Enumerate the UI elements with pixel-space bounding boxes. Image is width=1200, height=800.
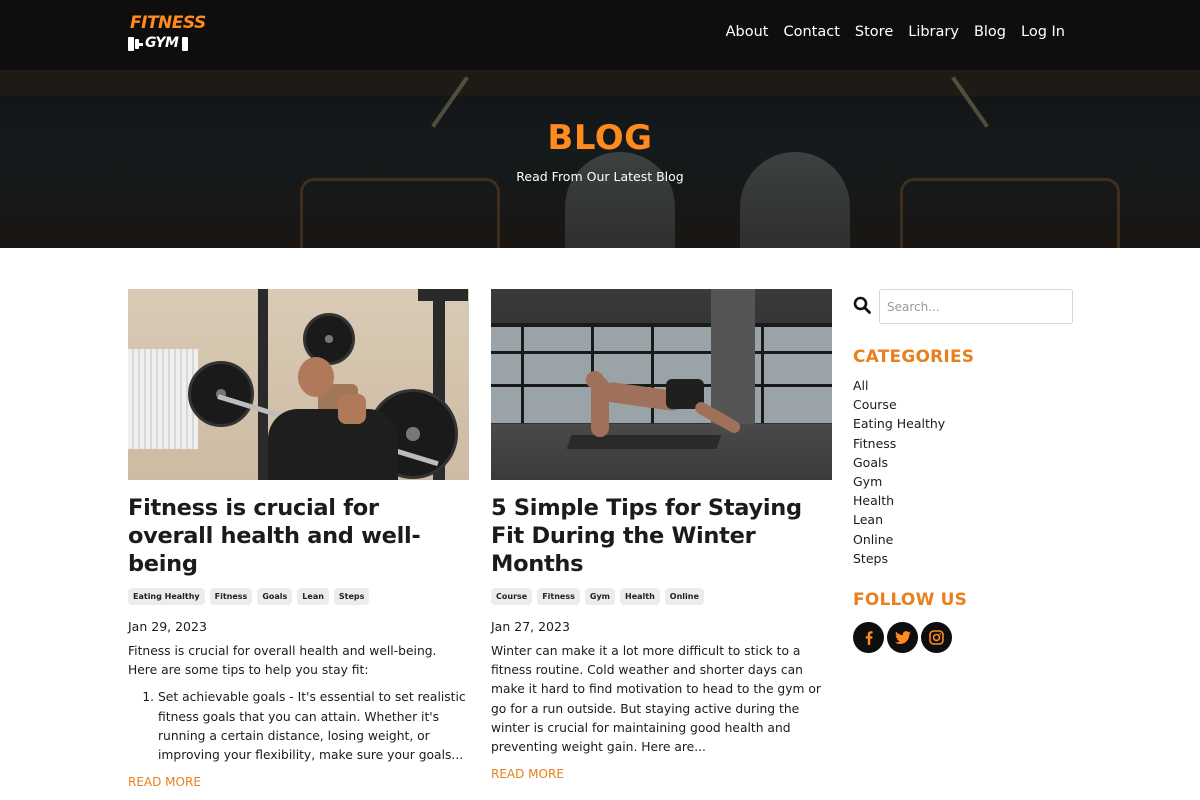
tag-chip[interactable]: Online xyxy=(664,588,704,605)
tag-chip[interactable]: Lean xyxy=(297,588,329,605)
read-more-link[interactable]: READ MORE xyxy=(491,767,832,781)
category-link-eating-healthy[interactable]: Eating Healthy xyxy=(853,414,945,433)
logo-text-top: FITNESS xyxy=(130,13,206,33)
post-image-bench-press[interactable] xyxy=(128,289,469,480)
instagram-icon[interactable] xyxy=(921,622,952,653)
main-nav: About Contact Store Library Blog Log In xyxy=(726,24,1065,40)
tag-chip[interactable]: Steps xyxy=(333,588,370,605)
post-date: Jan 27, 2023 xyxy=(491,619,570,634)
facebook-icon[interactable] xyxy=(853,622,884,653)
category-link-gym[interactable]: Gym xyxy=(853,472,945,491)
page-title: BLOG xyxy=(547,118,653,158)
category-link-all[interactable]: All xyxy=(853,376,945,395)
top-navbar: FITNESS GYM About Contact Store Library … xyxy=(0,0,1200,70)
category-link-online[interactable]: Online xyxy=(853,530,945,549)
twitter-icon[interactable] xyxy=(887,622,918,653)
nav-link-about[interactable]: About xyxy=(726,24,769,40)
tag-chip[interactable]: Fitness xyxy=(209,588,253,605)
nav-link-blog[interactable]: Blog xyxy=(974,24,1006,40)
tag-chip[interactable]: Eating Healthy xyxy=(128,588,205,605)
tag-chip[interactable]: Health xyxy=(620,588,660,605)
nav-link-store[interactable]: Store xyxy=(855,24,893,40)
post-title[interactable]: Fitness is crucial for overall health an… xyxy=(128,494,469,578)
post-image-plank[interactable] xyxy=(491,289,832,480)
tag-chip[interactable]: Gym xyxy=(584,588,616,605)
nav-link-library[interactable]: Library xyxy=(908,24,959,40)
category-link-health[interactable]: Health xyxy=(853,491,945,510)
blog-post-card: 5 Simple Tips for Staying Fit During the… xyxy=(491,289,832,781)
post-date: Jan 29, 2023 xyxy=(128,619,207,634)
category-link-lean[interactable]: Lean xyxy=(853,510,945,529)
read-more-link[interactable]: READ MORE xyxy=(128,775,469,789)
nav-link-contact[interactable]: Contact xyxy=(784,24,840,40)
post-excerpt: Fitness is crucial for overall health an… xyxy=(128,644,437,678)
follow-us-heading: FOLLOW US xyxy=(853,590,968,610)
category-link-course[interactable]: Course xyxy=(853,395,945,414)
category-link-fitness[interactable]: Fitness xyxy=(853,434,945,453)
search-input[interactable] xyxy=(879,289,1073,324)
category-link-steps[interactable]: Steps xyxy=(853,549,945,568)
category-link-goals[interactable]: Goals xyxy=(853,453,945,472)
list-item: Set achievable goals - It's essential to… xyxy=(158,688,469,765)
logo-dumbbell: GYM xyxy=(128,35,188,53)
post-tags: Eating Healthy Fitness Goals Lean Steps xyxy=(128,588,469,605)
post-excerpt: Winter can make it a lot more difficult … xyxy=(491,644,821,755)
post-title[interactable]: 5 Simple Tips for Staying Fit During the… xyxy=(491,494,832,578)
fitness-gym-logo[interactable]: FITNESS GYM xyxy=(128,13,206,55)
logo-text-bottom: GYM xyxy=(143,35,181,51)
hero-banner: BLOG Read From Our Latest Blog xyxy=(0,70,1200,248)
post-tips-list: Set achievable goals - It's essential to… xyxy=(128,688,469,765)
blog-post-card: Fitness is crucial for overall health an… xyxy=(128,289,469,789)
post-tags: Course Fitness Gym Health Online xyxy=(491,588,832,605)
tag-chip[interactable]: Fitness xyxy=(537,588,580,605)
search-icon[interactable] xyxy=(853,296,871,314)
nav-link-login[interactable]: Log In xyxy=(1021,24,1065,40)
tag-chip[interactable]: Goals xyxy=(257,588,293,605)
page-subtitle: Read From Our Latest Blog xyxy=(516,169,684,184)
categories-list: All Course Eating Healthy Fitness Goals … xyxy=(853,376,945,568)
tag-chip[interactable]: Course xyxy=(491,588,533,605)
categories-heading: CATEGORIES xyxy=(853,347,975,367)
